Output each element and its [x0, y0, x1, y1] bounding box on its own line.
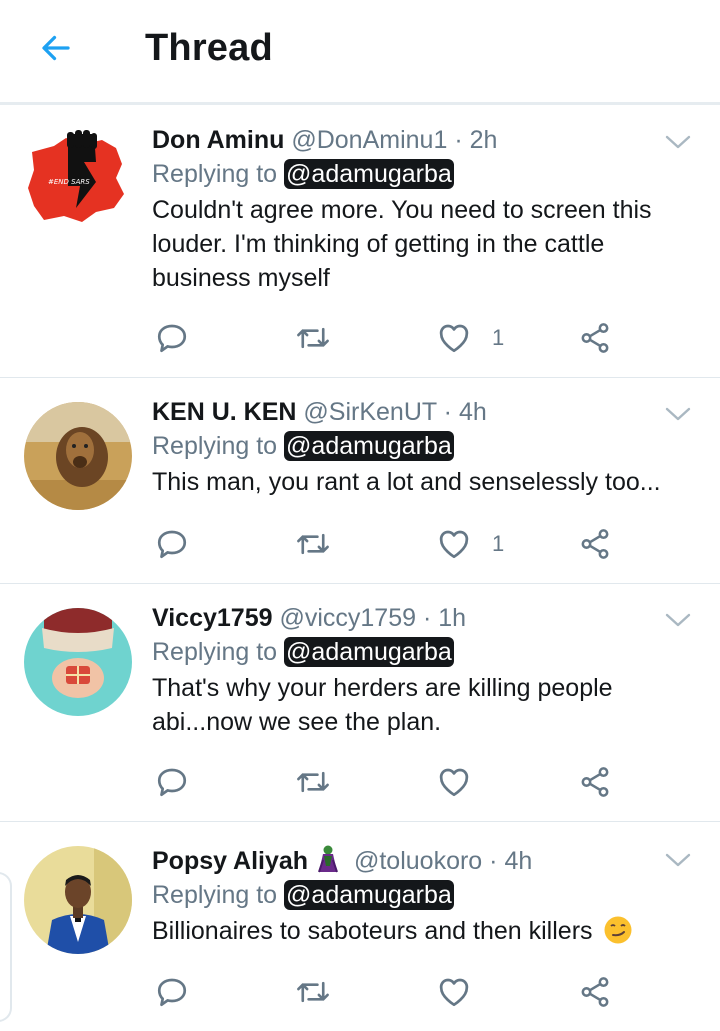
replying-label: Replying to [152, 432, 278, 460]
timestamp[interactable]: · 4h [489, 847, 532, 875]
share-icon [581, 977, 609, 1007]
display-name[interactable]: KEN U. KEN [152, 398, 296, 426]
timestamp[interactable]: · 2h [454, 126, 497, 154]
mention-link[interactable]: @adamugarba [284, 637, 454, 667]
avatar[interactable]: #END SARS [24, 124, 132, 232]
handle[interactable]: @toluokoro [354, 847, 482, 875]
retweet-icon [297, 533, 329, 555]
avatar[interactable] [24, 608, 132, 716]
retweet-button[interactable] [294, 524, 332, 564]
avatar[interactable] [24, 846, 132, 954]
timestamp[interactable]: · 1h [423, 604, 466, 632]
share-icon [581, 767, 609, 797]
replying-to: Replying to @adamugarba [152, 156, 690, 192]
tweet-text: This man, you rant a lot and senselessly… [152, 468, 661, 496]
like-button[interactable]: 1 [436, 318, 504, 358]
retweet-button[interactable] [294, 972, 332, 1012]
tweet-actions: 1 [152, 524, 622, 564]
tweet-header: KEN U. KEN @SirKenUT · 4h [152, 396, 690, 428]
chevron-down-icon[interactable] [664, 132, 692, 152]
reply-button[interactable] [154, 762, 190, 802]
heart-icon [439, 978, 469, 1007]
like-count: 1 [492, 325, 505, 350]
tweet-header: Viccy1759 @viccy1759 · 1h [152, 602, 690, 634]
tweet-text: That's why your herders are killing peop… [152, 674, 613, 736]
tweet[interactable]: Viccy1759 @viccy1759 · 1h Replying to @a… [0, 584, 720, 822]
replying-to: Replying to @adamugarba [152, 634, 690, 670]
share-button[interactable] [578, 972, 612, 1012]
like-button[interactable] [436, 972, 492, 1012]
retweet-button[interactable] [294, 318, 332, 358]
tweet-header: Don Aminu @DonAminu1 · 2h [152, 124, 690, 156]
timestamp[interactable]: · 4h [444, 398, 487, 426]
like-button[interactable]: 1 [436, 524, 504, 564]
tweet-header: Popsy Aliyah @toluokoro · 4h [152, 844, 690, 877]
tweet[interactable]: #END SARS Don Aminu @DonAminu1 · 2h Repl… [0, 106, 720, 378]
heart-icon [439, 530, 469, 559]
suited-man-avatar-image [24, 846, 132, 954]
tweet-actions [152, 762, 622, 802]
page-title: Thread [145, 27, 273, 69]
mention-link[interactable]: @adamugarba [284, 880, 454, 910]
lion-avatar-image [24, 402, 132, 510]
share-icon [581, 529, 609, 559]
display-name[interactable]: Popsy Aliyah [152, 847, 308, 875]
replying-to: Replying to @adamugarba [152, 428, 690, 464]
reply-bubble-icon [157, 324, 187, 353]
edge-panel-handle[interactable] [0, 872, 12, 1022]
avatar[interactable] [24, 402, 132, 510]
tweet-actions: 1 [152, 318, 622, 358]
retweet-icon [297, 981, 329, 1003]
like-button[interactable] [436, 762, 492, 802]
mention-link[interactable]: @adamugarba [284, 159, 454, 189]
avatar-logo-text: #END SARS [48, 178, 90, 186]
tweet-text: Billionaires to saboteurs and then kille… [152, 917, 593, 945]
retweet-icon [297, 327, 329, 349]
reply-bubble-icon [157, 530, 187, 559]
reply-bubble-icon [157, 768, 187, 797]
display-name[interactable]: Viccy1759 [152, 604, 273, 632]
top-bar: Thread [0, 0, 720, 105]
mention-link[interactable]: @adamugarba [284, 431, 454, 461]
tweet-text-container: Billionaires to saboteurs and then kille… [152, 914, 690, 948]
reply-bubble-icon [157, 978, 187, 1007]
reply-button[interactable] [154, 972, 190, 1012]
share-icon [581, 323, 609, 353]
arrow-left-icon [42, 35, 70, 61]
replying-label: Replying to [152, 638, 278, 666]
reply-button[interactable] [154, 318, 190, 358]
tweet[interactable]: KEN U. KEN @SirKenUT · 4h Replying to @a… [0, 378, 720, 584]
chevron-down-icon[interactable] [664, 850, 692, 870]
replying-to: Replying to @adamugarba [152, 877, 690, 913]
share-button[interactable] [578, 318, 612, 358]
heart-icon [439, 768, 469, 797]
replying-label: Replying to [152, 881, 278, 909]
tweet[interactable]: Popsy Aliyah @toluokoro · 4h Replying to… [0, 822, 720, 1031]
replying-label: Replying to [152, 160, 278, 188]
handle[interactable]: @viccy1759 [279, 604, 416, 632]
retweet-icon [297, 771, 329, 793]
like-count: 1 [492, 531, 505, 556]
handle[interactable]: @DonAminu1 [291, 126, 447, 154]
tweet-text: Couldn't agree more. You need to screen … [152, 196, 652, 292]
end-sars-logo: #END SARS [28, 130, 124, 222]
heart-icon [439, 324, 469, 353]
retweet-button[interactable] [294, 762, 332, 802]
villain-emoji [318, 845, 338, 873]
display-name[interactable]: Don Aminu [152, 126, 284, 154]
tweet-actions [152, 972, 622, 1012]
smirking-face-emoji [604, 916, 632, 944]
chevron-down-icon[interactable] [664, 404, 692, 424]
reply-button[interactable] [154, 524, 190, 564]
gift-hands-avatar-image [24, 608, 132, 716]
share-button[interactable] [578, 762, 612, 802]
header-divider [0, 102, 720, 105]
chevron-down-icon[interactable] [664, 610, 692, 630]
handle[interactable]: @SirKenUT [303, 398, 436, 426]
back-button[interactable] [36, 28, 76, 68]
share-button[interactable] [578, 524, 612, 564]
